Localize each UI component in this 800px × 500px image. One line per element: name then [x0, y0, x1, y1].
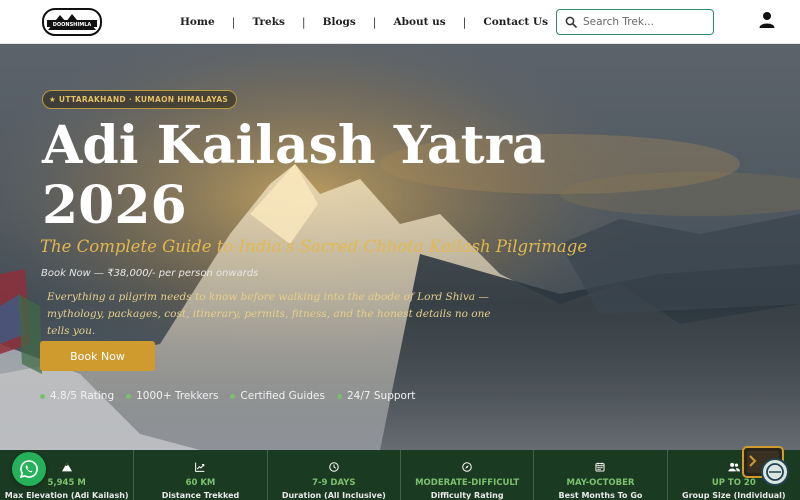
clock-icon: [329, 462, 339, 472]
stat-duration: 7-9 DAYS Duration (All Inclusive): [266, 450, 400, 500]
stat-value: 60 KM: [185, 478, 216, 488]
whatsapp-icon: [19, 460, 38, 479]
svg-text:DOONSHIMLA: DOONSHIMLA: [53, 22, 92, 28]
feature-label: 4.8/5 Rating: [50, 390, 115, 402]
nav-separator: |: [462, 15, 467, 29]
nav-separator: |: [372, 15, 377, 29]
feature-item: 4.8/5 Rating: [40, 390, 114, 402]
stats-bar: 5,945 M Max Elevation (Adi Kailash) 60 K…: [0, 450, 800, 500]
stat-distance: 60 KM Distance Trekked: [133, 450, 266, 500]
title-line-2: 2026: [42, 175, 187, 236]
group-icon: [728, 462, 740, 472]
nav-treks[interactable]: Treks: [252, 16, 284, 28]
page-subtitle: The Complete Guide to India's Sacred Chh…: [40, 237, 588, 256]
whatsapp-button[interactable]: [12, 452, 46, 486]
stat-label: Duration (All Inclusive): [281, 491, 386, 500]
stat-best-months: MAY-OCTOBER Best Months To Go: [533, 450, 666, 500]
compass-icon: [462, 462, 472, 472]
stat-label: Group Size (Individual): [682, 491, 786, 500]
search-input[interactable]: [583, 16, 703, 28]
nav-blogs[interactable]: Blogs: [323, 16, 356, 28]
hero-description: Everything a pilgrim needs to know befor…: [47, 291, 491, 337]
stat-label: Best Months To Go: [558, 491, 643, 500]
feature-item: 1000+ Trekkers: [126, 390, 218, 402]
price-text: Book Now — ₹38,000/- per person onwards: [41, 268, 259, 279]
calendar-icon: [595, 462, 605, 472]
stat-value: 7-9 DAYS: [312, 478, 356, 488]
nav-contact-us[interactable]: Contact Us: [483, 16, 548, 28]
feature-label: 24/7 Support: [346, 390, 416, 402]
search-box: [556, 9, 714, 35]
main-menu: Home | Treks | Blogs | About us | Contac…: [180, 0, 548, 44]
hero-section: ★ UTTARAKHAND · KUMAON HIMALAYAS Adi Kai…: [0, 44, 800, 450]
feature-item: Certified Guides: [230, 390, 325, 402]
stat-value: MAY-OCTOBER: [566, 478, 635, 488]
page-title: Adi Kailash Yatra 2026: [42, 116, 602, 236]
stat-value: MODERATE-DIFFICULT: [415, 478, 520, 488]
feature-label: 1000+ Trekkers: [136, 390, 219, 402]
user-account-icon[interactable]: [758, 11, 776, 29]
stat-label: Difficulty Rating: [430, 491, 504, 500]
region-badge-text: ★ UTTARAKHAND · KUMAON HIMALAYAS: [49, 95, 229, 104]
stat-label: Max Elevation (Adi Kailash): [4, 491, 129, 500]
stat-label: Distance Trekked: [161, 491, 240, 500]
chat-assistant-icon[interactable]: [742, 446, 790, 490]
search-icon: [565, 16, 577, 28]
feature-label: Certified Guides: [240, 390, 325, 402]
stat-difficulty: MODERATE-DIFFICULT Difficulty Rating: [399, 450, 533, 500]
brand-logo[interactable]: DOONSHIMLA: [42, 6, 102, 38]
nav-separator: |: [301, 15, 306, 29]
book-now-button[interactable]: Book Now: [40, 341, 155, 371]
feature-list: 4.8/5 Rating 1000+ Trekkers Certified Gu…: [40, 390, 427, 402]
top-navbar: DOONSHIMLA Home | Treks | Blogs | About …: [0, 0, 800, 44]
title-line-1: Adi Kailash Yatra: [42, 115, 546, 176]
bullet-dot-icon: [126, 393, 132, 399]
nav-separator: |: [231, 15, 236, 29]
nav-about-us[interactable]: About us: [393, 16, 445, 28]
bullet-dot-icon: [336, 393, 342, 399]
bullet-dot-icon: [230, 393, 236, 399]
chart-up-icon: [195, 462, 205, 472]
nav-home[interactable]: Home: [180, 16, 215, 28]
region-badge: ★ UTTARAKHAND · KUMAON HIMALAYAS: [42, 90, 238, 109]
bullet-dot-icon: [40, 393, 45, 399]
stat-value: 5,945 M: [47, 478, 86, 488]
mountain-icon: [61, 462, 72, 472]
feature-item: 24/7 Support: [336, 390, 416, 402]
